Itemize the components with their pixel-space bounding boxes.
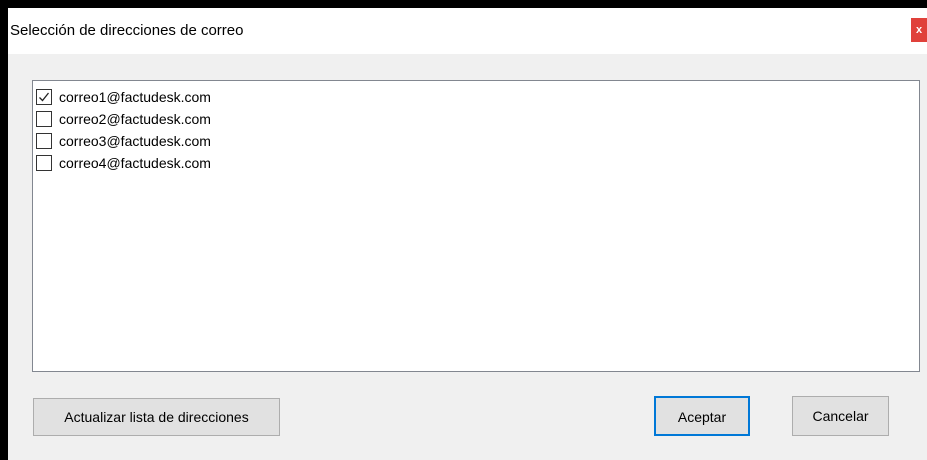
list-item[interactable]: correo2@factudesk.com — [33, 108, 919, 130]
item-label: correo2@factudesk.com — [59, 111, 211, 127]
accept-button[interactable]: Aceptar — [654, 396, 750, 436]
item-checkbox[interactable] — [36, 155, 52, 171]
item-label: correo4@factudesk.com — [59, 155, 211, 171]
refresh-list-button[interactable]: Actualizar lista de direcciones — [33, 398, 280, 436]
close-button[interactable]: x — [911, 18, 927, 42]
list-item[interactable]: correo3@factudesk.com — [33, 130, 919, 152]
checkmark-icon — [39, 92, 50, 102]
item-checkbox[interactable] — [36, 111, 52, 127]
item-checkbox[interactable] — [36, 133, 52, 149]
email-address-list[interactable]: correo1@factudesk.com correo2@factudesk.… — [32, 80, 920, 372]
close-icon: x — [915, 24, 923, 36]
list-item[interactable]: correo1@factudesk.com — [33, 86, 919, 108]
item-label: correo3@factudesk.com — [59, 133, 211, 149]
window-title: Selección de direcciones de correo — [10, 22, 244, 39]
item-label: correo1@factudesk.com — [59, 89, 211, 105]
email-selection-dialog: Selección de direcciones de correo x cor… — [8, 8, 927, 460]
cancel-button[interactable]: Cancelar — [792, 396, 889, 436]
item-checkbox[interactable] — [36, 89, 52, 105]
title-bar: Selección de direcciones de correo x — [8, 8, 927, 54]
list-item[interactable]: correo4@factudesk.com — [33, 152, 919, 174]
